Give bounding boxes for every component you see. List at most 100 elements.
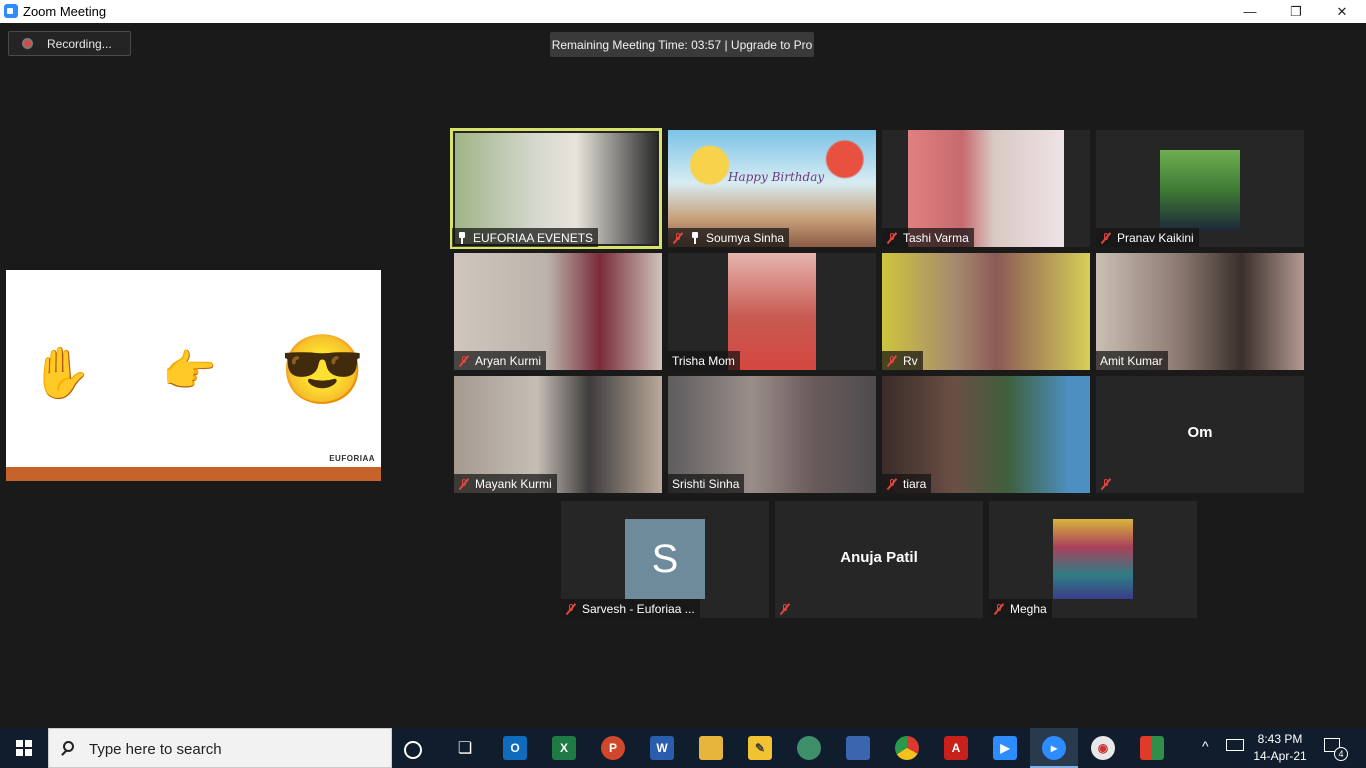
mute-icon: [458, 478, 470, 490]
participant-name: Rv: [903, 353, 918, 368]
participant-name-label: Mayank Kurmi: [454, 474, 557, 493]
participant-tile[interactable]: S Sarvesh - Euforiaa ...: [561, 501, 769, 618]
remote-desktop-icon[interactable]: [846, 736, 870, 760]
pin-icon: [456, 231, 468, 244]
taskbar-search[interactable]: Type here to search: [48, 728, 392, 768]
participant-name: Tashi Varma: [903, 230, 969, 245]
participant-name: Trisha Mom: [672, 353, 735, 368]
taskbar: Type here to search ❏ O X P W ✎ A ▶ ▸ ◉ …: [0, 728, 1366, 768]
paint-icon[interactable]: [1140, 736, 1164, 760]
chrome-icon[interactable]: [895, 736, 919, 760]
clock-time[interactable]: 8:43 PM: [1250, 732, 1310, 746]
video-feed: [1053, 519, 1133, 599]
window-title: Zoom Meeting: [23, 4, 107, 19]
participant-center-name: Anuja Patil: [840, 549, 918, 566]
participant-tile[interactable]: Rv: [882, 253, 1090, 370]
mute-icon: [886, 478, 898, 490]
sticky-notes-icon[interactable]: ✎: [748, 736, 772, 760]
mute-icon: [565, 603, 577, 615]
start-button[interactable]: [0, 728, 48, 768]
participant-tile[interactable]: Pranav Kaikini: [1096, 130, 1304, 247]
participant-tile[interactable]: Happy Birthday Soumya Sinha: [668, 130, 876, 247]
maximize-button[interactable]: ❐: [1273, 0, 1319, 23]
participant-tile[interactable]: Megha: [989, 501, 1197, 618]
acrobat-icon[interactable]: A: [944, 736, 968, 760]
word-icon[interactable]: W: [650, 736, 674, 760]
participant-name-label: Tashi Varma: [882, 228, 974, 247]
mute-icon: [886, 355, 898, 367]
participant-tile[interactable]: Tashi Varma: [882, 130, 1090, 247]
pin-icon: [689, 231, 701, 244]
participant-tile[interactable]: Amit Kumar: [1096, 253, 1304, 370]
share-footer-band: [6, 467, 381, 481]
zoom-logo-icon: [4, 4, 18, 18]
excel-icon[interactable]: X: [552, 736, 576, 760]
minimize-button[interactable]: —: [1227, 0, 1273, 23]
zoom-icon[interactable]: ▸: [1042, 736, 1066, 760]
recording-label: Recording...: [47, 37, 112, 51]
windows-icon: [16, 740, 32, 756]
clock-date[interactable]: 14-Apr-21: [1250, 749, 1310, 763]
notification-count-badge: 4: [1334, 747, 1348, 761]
participant-name: Mayank Kurmi: [475, 476, 552, 491]
tray-chevron-icon[interactable]: ^: [1202, 738, 1209, 754]
participant-name-label: Sarvesh - Euforiaa ...: [561, 599, 700, 618]
outlook-icon[interactable]: O: [503, 736, 527, 760]
file-explorer-icon[interactable]: [699, 736, 723, 760]
pointing-hand-icon: 👉: [162, 347, 217, 396]
participant-name-label: Trisha Mom: [668, 351, 740, 370]
network-globe-icon[interactable]: [797, 736, 821, 760]
participant-name: Amit Kumar: [1100, 353, 1163, 368]
participant-tile[interactable]: tiara: [882, 376, 1090, 493]
participant-name-label: Rv: [882, 351, 923, 370]
powerpoint-icon[interactable]: P: [601, 736, 625, 760]
video-feed: [1160, 150, 1240, 230]
close-button[interactable]: ✕: [1319, 0, 1365, 23]
participant-tile[interactable]: Mayank Kurmi: [454, 376, 662, 493]
participant-center-name: Om: [1187, 424, 1213, 441]
mute-icon: [1100, 478, 1112, 490]
banner-text: Happy Birthday: [728, 170, 825, 184]
mute-icon: [458, 355, 470, 367]
recording-indicator[interactable]: Recording...: [8, 31, 131, 56]
participant-name-label: [1096, 474, 1122, 493]
battery-icon[interactable]: [1226, 739, 1244, 751]
sunglasses-face-icon: 😎: [280, 332, 365, 408]
participant-name: tiara: [903, 476, 927, 491]
participant-name-label: Soumya Sinha: [668, 228, 790, 247]
shared-screen[interactable]: ✋ 👉 😎 EUFORIAA: [6, 270, 381, 481]
participant-name: EUFORIAA EVENETS: [473, 230, 594, 245]
zoom-video-icon[interactable]: ▶: [993, 736, 1017, 760]
mute-icon: [779, 603, 791, 615]
mute-icon: [672, 232, 684, 244]
search-placeholder: Type here to search: [89, 741, 222, 758]
participant-name-label: Megha: [989, 599, 1052, 618]
participant-name-label: EUFORIAA EVENETS: [452, 228, 599, 247]
mute-icon: [993, 603, 1005, 615]
participant-name: Srishti Sinha: [672, 476, 740, 491]
avatar: S: [625, 519, 705, 599]
participant-name-label: Amit Kumar: [1096, 351, 1168, 370]
brand-logo: EUFORIAA: [329, 454, 375, 463]
participant-name: Aryan Kurmi: [475, 353, 542, 368]
video-feed: [728, 253, 816, 370]
participant-name-label: Pranav Kaikini: [1096, 228, 1199, 247]
participant-tile[interactable]: Aryan Kurmi: [454, 253, 662, 370]
participant-tile[interactable]: Srishti Sinha: [668, 376, 876, 493]
participant-tile[interactable]: Anuja Patil: [775, 501, 983, 618]
participant-name-label: tiara: [882, 474, 932, 493]
raised-hand-icon: ✋: [30, 345, 93, 401]
participant-tile[interactable]: Trisha Mom: [668, 253, 876, 370]
task-view-icon[interactable]: ❏: [453, 736, 477, 760]
participant-name: Pranav Kaikini: [1117, 230, 1194, 245]
search-icon: [63, 741, 74, 752]
media-player-icon[interactable]: ◉: [1091, 736, 1115, 760]
participant-tile[interactable]: Om: [1096, 376, 1304, 493]
record-icon: [22, 38, 33, 49]
meeting-time-banner[interactable]: Remaining Meeting Time: 03:57 | Upgrade …: [550, 32, 814, 57]
participant-name: Megha: [1010, 601, 1047, 616]
cortana-icon[interactable]: [404, 741, 422, 759]
participant-name-label: Srishti Sinha: [668, 474, 745, 493]
title-bar: Zoom Meeting — ❐ ✕: [0, 0, 1366, 23]
participant-tile[interactable]: EUFORIAA EVENETS: [450, 128, 662, 249]
